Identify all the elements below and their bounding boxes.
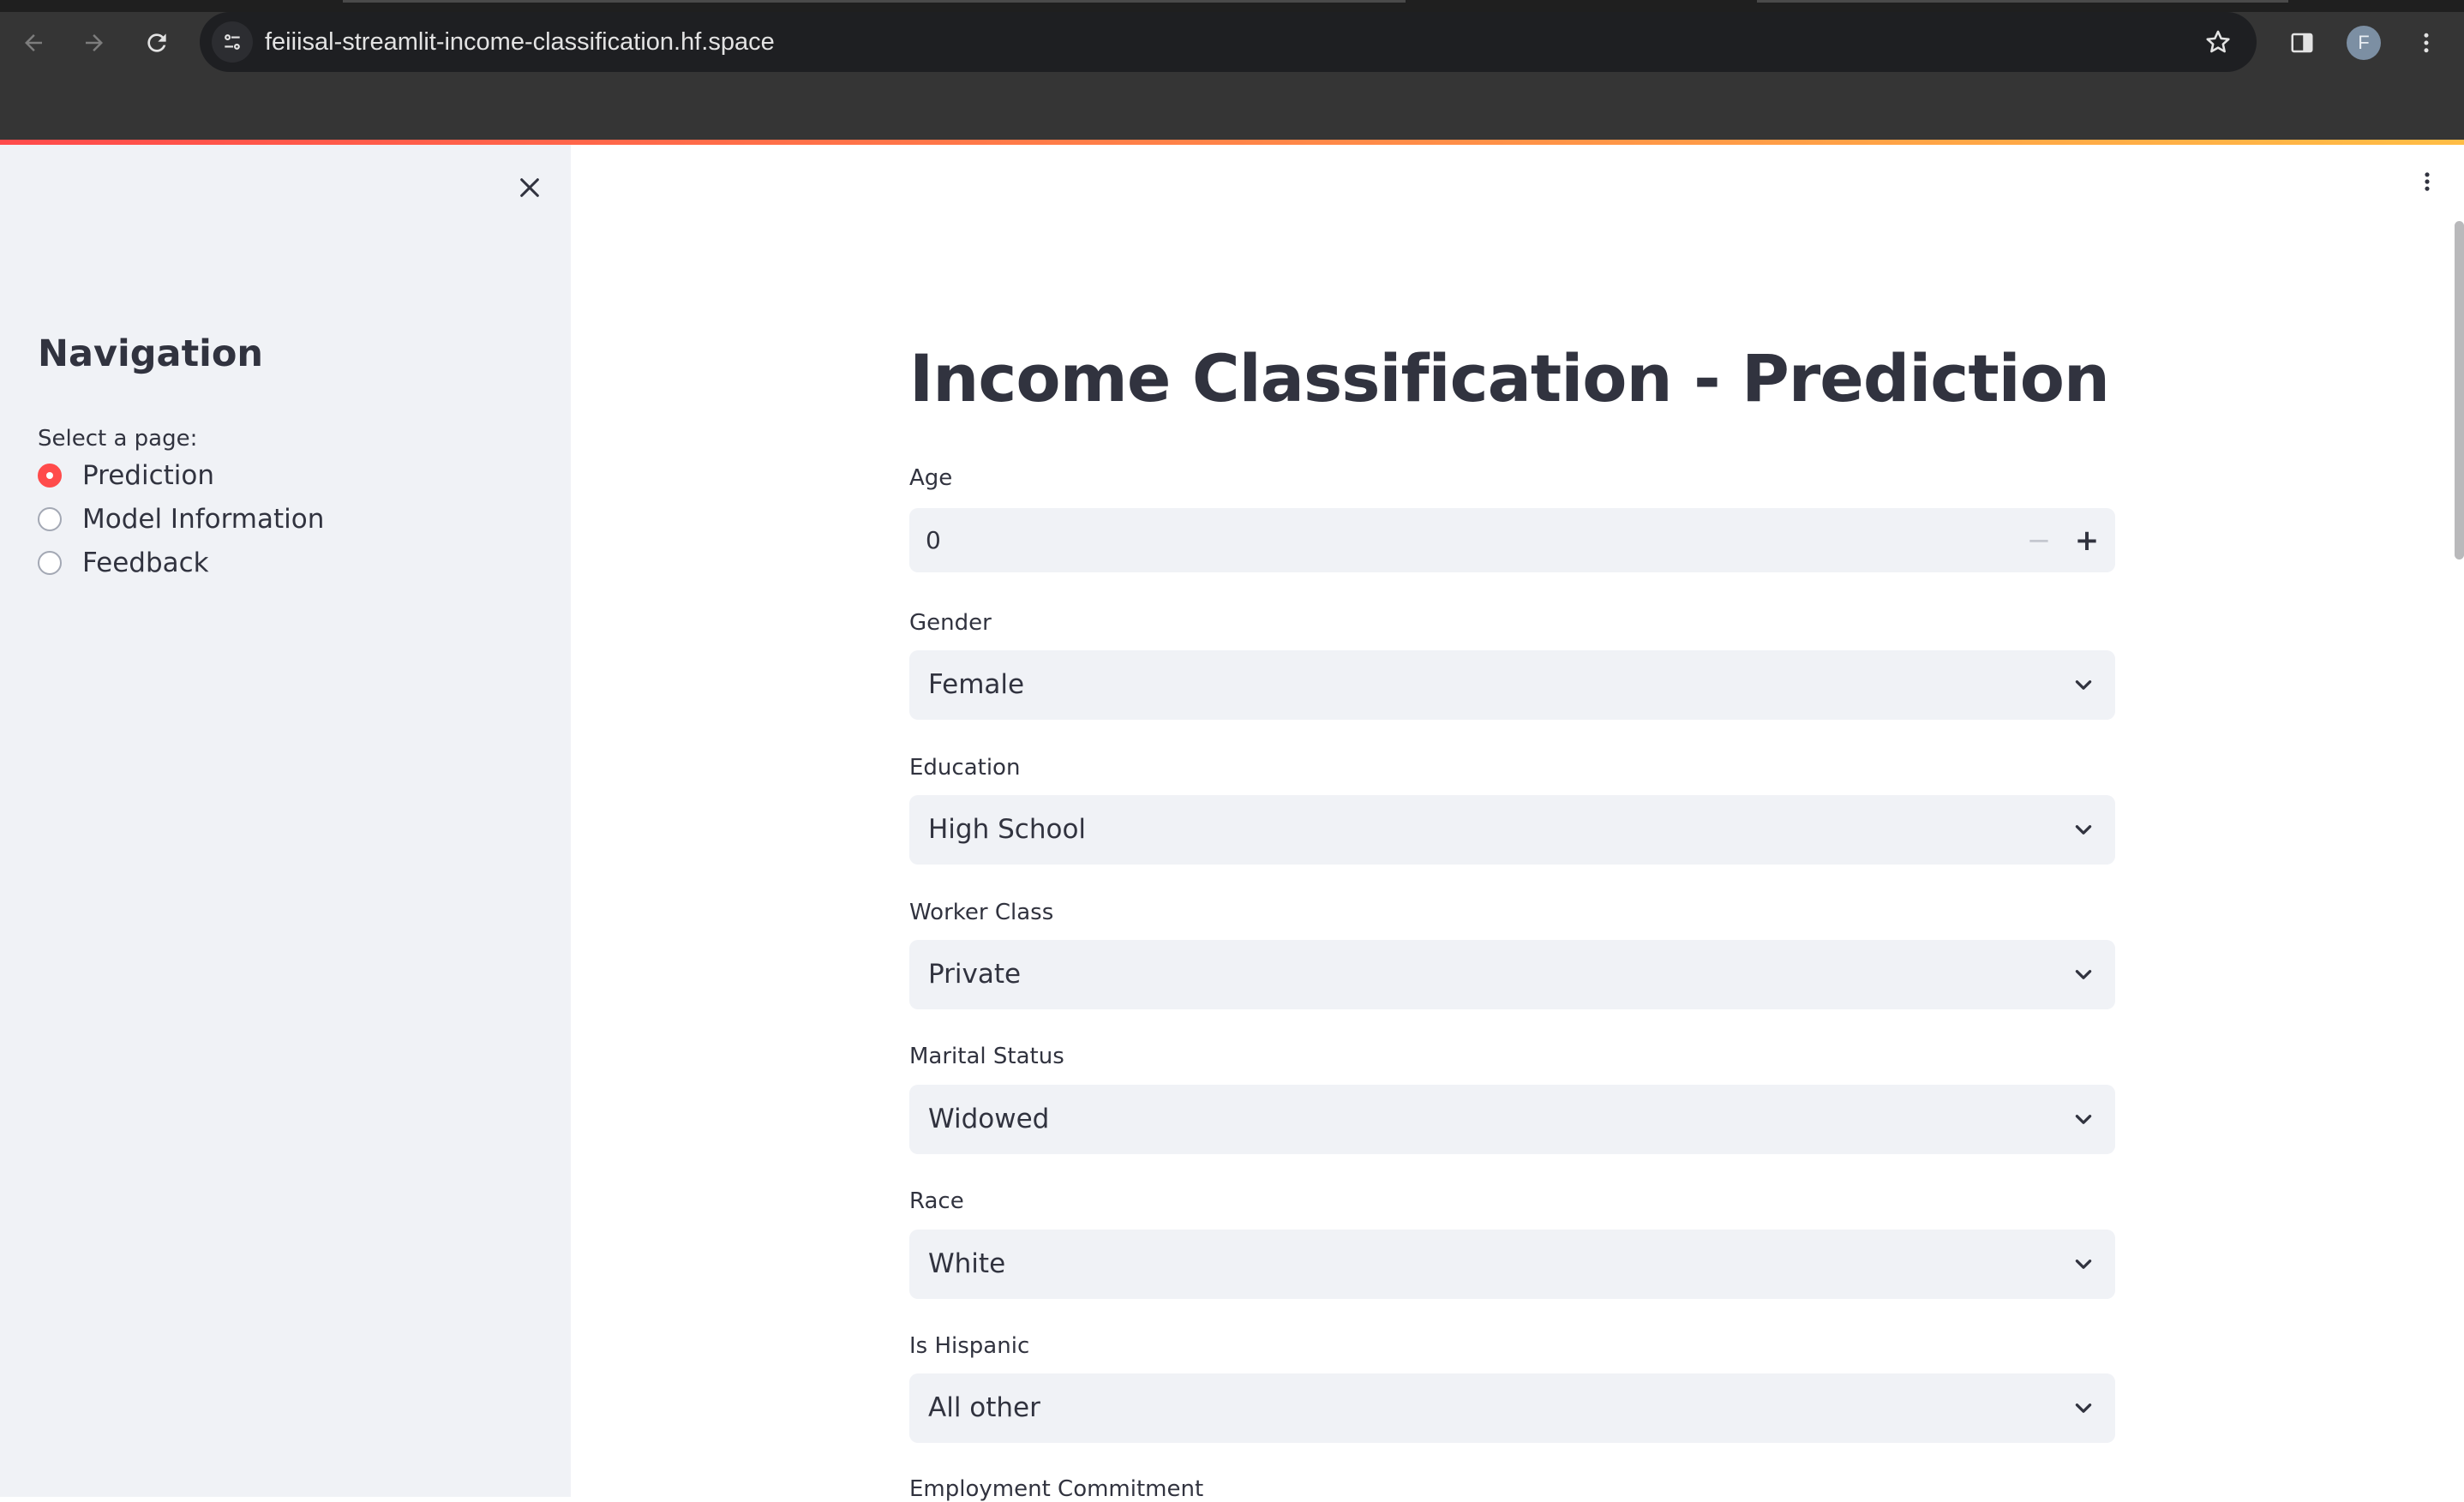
radio-option-label: Feedback <box>82 548 209 578</box>
back-button[interactable] <box>11 21 56 65</box>
marital-status-label: Marital Status <box>909 1044 1064 1069</box>
gender-value: Female <box>928 669 1025 700</box>
forward-button[interactable] <box>72 21 117 65</box>
radio-button-checked[interactable] <box>38 464 62 488</box>
worker-class-select[interactable]: Private <box>909 940 2115 1009</box>
address-bar[interactable]: feiiisal-streamlit-income-classification… <box>200 12 2257 72</box>
radio-button[interactable] <box>38 507 62 531</box>
radio-option-prediction[interactable]: Prediction <box>38 457 214 494</box>
chevron-down-icon <box>2071 1107 2096 1133</box>
url-text[interactable]: feiiisal-streamlit-income-classification… <box>265 12 775 72</box>
tab-edge <box>1757 0 2288 3</box>
education-select[interactable]: High School <box>909 795 2115 865</box>
page-title: Income Classification - Prediction <box>909 340 2110 416</box>
worker-class-label: Worker Class <box>909 900 1054 925</box>
marital-status-value: Widowed <box>928 1104 1050 1134</box>
chevron-down-icon <box>2071 962 2096 988</box>
decrement-button[interactable]: − <box>2015 517 2063 564</box>
age-label: Age <box>909 465 953 491</box>
reload-icon <box>147 33 166 52</box>
sidebar-title: Navigation <box>38 332 264 375</box>
reload-button[interactable] <box>135 21 179 65</box>
gender-select[interactable]: Female <box>909 650 2115 720</box>
tab-edge <box>343 0 1406 3</box>
main-menu-button[interactable] <box>2410 163 2444 200</box>
worker-class-value: Private <box>928 959 1022 990</box>
marital-status-select[interactable]: Widowed <box>909 1085 2115 1154</box>
browser-toolbar: feiiisal-streamlit-income-classification… <box>0 0 2464 141</box>
education-label: Education <box>909 755 1021 781</box>
bookmark-button[interactable] <box>2197 21 2239 63</box>
profile-avatar[interactable]: F <box>2347 26 2381 60</box>
gender-label: Gender <box>909 610 992 636</box>
site-info-button[interactable] <box>212 21 253 63</box>
chevron-down-icon <box>2071 1252 2096 1278</box>
is-hispanic-select[interactable]: All other <box>909 1373 2115 1443</box>
radio-option-label: Model Information <box>82 504 325 535</box>
sidebar-close-button[interactable] <box>507 165 552 210</box>
is-hispanic-value: All other <box>928 1392 1040 1423</box>
kebab-menu-icon <box>2425 172 2430 191</box>
browser-menu-button[interactable] <box>2404 21 2449 65</box>
chevron-down-icon <box>2071 817 2096 843</box>
kebab-menu-icon <box>2424 33 2429 53</box>
age-number-input[interactable]: 0 − + <box>909 508 2115 572</box>
arrow-right-icon <box>86 34 103 51</box>
chevron-down-icon <box>2071 673 2096 698</box>
tab-strip <box>0 0 2464 12</box>
scrollbar-thumb[interactable] <box>2455 221 2464 560</box>
education-value: High School <box>928 814 1087 845</box>
star-icon <box>2206 30 2230 53</box>
age-value[interactable]: 0 <box>926 508 941 572</box>
radio-group-label: Select a page: <box>38 426 198 452</box>
employment-commitment-label: Employment Commitment <box>909 1476 1204 1502</box>
radio-option-feedback[interactable]: Feedback <box>38 544 209 582</box>
chevron-down-icon <box>2071 1396 2096 1421</box>
side-panel-icon <box>2291 33 2313 53</box>
close-icon <box>520 178 539 197</box>
radio-option-model-information[interactable]: Model Information <box>38 500 324 538</box>
sidebar: Navigation Select a page: Prediction Mod… <box>0 145 571 1497</box>
increment-button[interactable]: + <box>2063 517 2111 564</box>
side-panel-button[interactable] <box>2280 21 2324 65</box>
race-value: White <box>928 1248 1006 1279</box>
tune-icon <box>225 34 240 50</box>
arrow-left-icon <box>25 34 42 51</box>
radio-button[interactable] <box>38 551 62 575</box>
is-hispanic-label: Is Hispanic <box>909 1333 1030 1359</box>
race-select[interactable]: White <box>909 1230 2115 1299</box>
race-label: Race <box>909 1188 964 1214</box>
radio-option-label: Prediction <box>82 460 215 491</box>
